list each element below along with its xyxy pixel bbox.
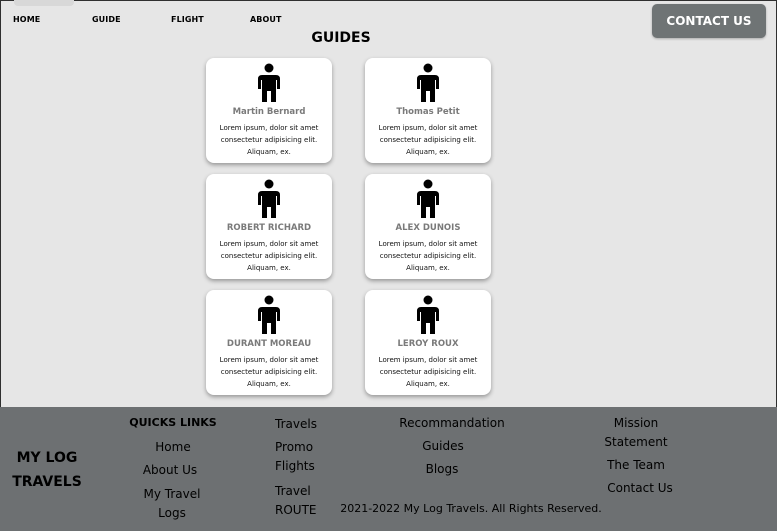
footer-link-home[interactable]: Home xyxy=(126,438,220,457)
footer-link-promo-flights[interactable]: Promo Flights xyxy=(268,438,331,476)
guide-card[interactable]: ALEX DUNOIS Lorem ipsum, dolor sit amet … xyxy=(365,174,491,279)
logo-placeholder xyxy=(14,0,74,6)
guide-name: Martin Bernard xyxy=(232,107,306,117)
guide-card[interactable]: ROBERT RICHARD Lorem ipsum, dolor sit am… xyxy=(206,174,332,279)
person-icon xyxy=(417,295,439,334)
footer-link-guides[interactable]: Guides xyxy=(392,437,494,456)
guide-name: LEROY ROUX xyxy=(397,339,459,349)
footer-link-recommandation[interactable]: Recommandation xyxy=(392,414,512,433)
quick-links-title: QUICKS LINKS xyxy=(129,416,217,429)
footer-link-my-travel-logs[interactable]: My Travel Logs xyxy=(136,485,208,523)
guide-name: Thomas Petit xyxy=(396,107,460,117)
footer-link-about-us[interactable]: About Us xyxy=(126,461,214,480)
guide-description: Lorem ipsum, dolor sit amet consectetur … xyxy=(378,124,478,156)
guide-description: Lorem ipsum, dolor sit amet consectetur … xyxy=(219,240,319,272)
footer-brand: MY LOG TRAVELS xyxy=(12,450,82,490)
guide-card[interactable]: DURANT MOREAU Lorem ipsum, dolor sit ame… xyxy=(206,290,332,395)
copyright-text: 2021-2022 My Log Travels. All Rights Res… xyxy=(340,502,602,515)
guide-description: Lorem ipsum, dolor sit amet consectetur … xyxy=(378,356,478,388)
footer-link-blogs[interactable]: Blogs xyxy=(392,460,492,479)
guide-name: DURANT MOREAU xyxy=(226,339,312,349)
footer-link-travels[interactable]: Travels xyxy=(268,415,324,434)
guide-description: Lorem ipsum, dolor sit amet consectetur … xyxy=(219,124,319,156)
nav-home-link[interactable]: HOME xyxy=(13,15,40,24)
footer: MY LOG TRAVELS QUICKS LINKS Home About U… xyxy=(0,407,777,531)
guide-name: ROBERT RICHARD xyxy=(226,223,312,233)
person-icon xyxy=(258,63,280,102)
footer-link-contact-us[interactable]: Contact Us xyxy=(598,479,682,498)
nav-about-link[interactable]: ABOUT xyxy=(250,15,282,24)
person-icon xyxy=(417,63,439,102)
person-icon xyxy=(417,179,439,218)
footer-link-the-team[interactable]: The Team xyxy=(598,456,674,475)
guide-card[interactable]: LEROY ROUX Lorem ipsum, dolor sit amet c… xyxy=(365,290,491,395)
guide-description: Lorem ipsum, dolor sit amet consectetur … xyxy=(378,240,478,272)
guide-name: ALEX DUNOIS xyxy=(395,223,461,233)
guide-card[interactable]: Martin Bernard Lorem ipsum, dolor sit am… xyxy=(206,58,332,163)
person-icon xyxy=(258,179,280,218)
nav-flight-link[interactable]: FLIGHT xyxy=(171,15,204,24)
guide-description: Lorem ipsum, dolor sit amet consectetur … xyxy=(219,356,319,388)
guide-card[interactable]: Thomas Petit Lorem ipsum, dolor sit amet… xyxy=(365,58,491,163)
page-title: GUIDES xyxy=(311,30,371,46)
person-icon xyxy=(258,295,280,334)
footer-link-travel-route[interactable]: Travel ROUTE xyxy=(268,482,331,520)
nav-guide-link[interactable]: GUIDE xyxy=(92,15,121,24)
footer-link-mission-statement[interactable]: Mission Statement xyxy=(598,414,674,452)
